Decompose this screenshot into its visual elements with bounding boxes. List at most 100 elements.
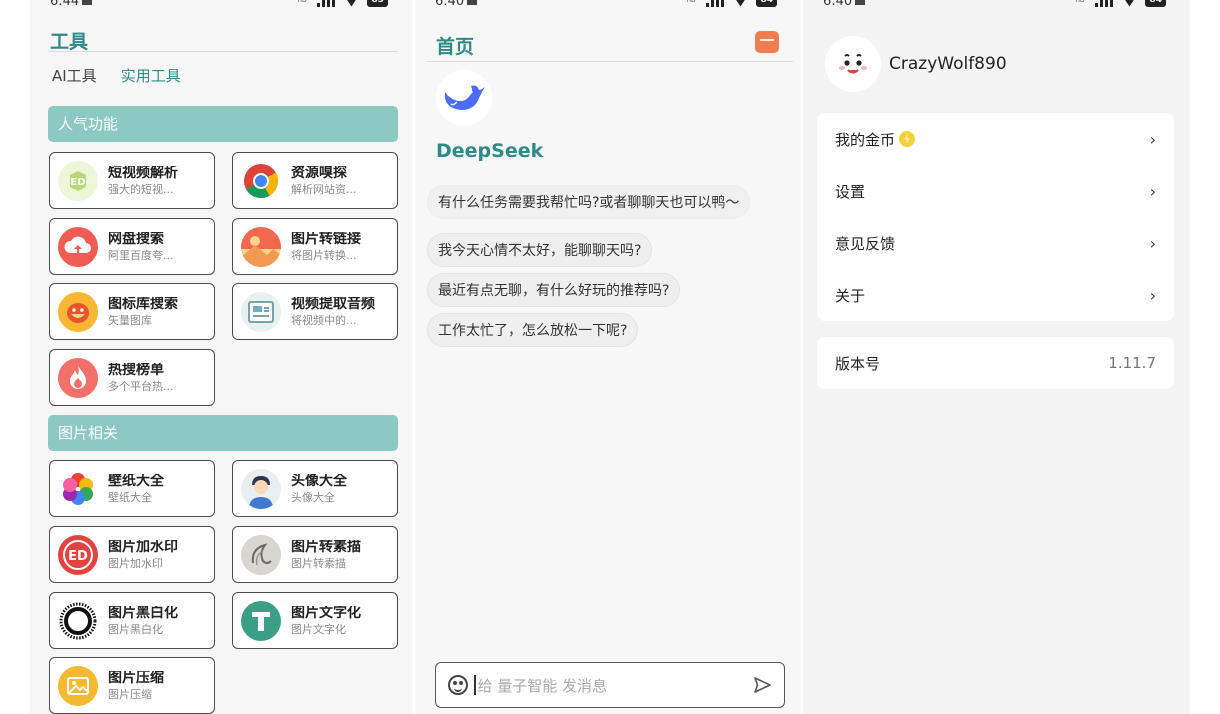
battery-icon: 84 [1145,0,1166,7]
menu-item-feedback[interactable]: 意见反馈 › [817,217,1174,269]
section-header-popular: 人气功能 [48,106,398,142]
chat-home-screen: 6:40 HD 84 首页 DeepSeek 有什么任务需要我帮忙吗?或者聊聊天… [415,0,801,714]
suggestion-chip[interactable]: 我今天心情不太好，能聊聊天吗? [427,233,653,267]
suggestion-chip[interactable]: 最近有点无聊，有什么好玩的推荐吗? [427,273,681,307]
tool-card-watermark[interactable]: ED 图片加水印 图片加水印 [49,526,215,583]
tool-card-image-to-link[interactable]: 图片转链接将图片转换... [232,218,398,275]
video-audio-icon [241,291,281,332]
tool-name: 图标库搜索 [108,297,178,312]
tool-desc: 图片压缩 [108,688,152,700]
petal-flower-icon [58,468,98,509]
compress-image-icon [58,665,98,706]
tools-tab-bar: AI工具 实用工具 [52,65,181,86]
status-bar: 6:40 HD 84 [415,0,801,14]
tool-card-black-white[interactable]: 图片黑白化 图片黑白化 [49,592,215,649]
menu-item-settings[interactable]: 设置 › [817,165,1174,217]
chevron-right-icon: › [1149,233,1156,253]
avatar[interactable] [825,36,881,92]
tool-card-video-parse[interactable]: ED 短视频解析 强大的短视... [49,152,215,209]
tool-card-sketch[interactable]: 图片转素描 图片转素描 [232,526,398,583]
hot-flame-icon [58,357,98,398]
tool-name: 壁纸大全 [108,474,164,489]
tool-card-cloud-search[interactable]: 网盘搜索 阿里百度夸... [49,218,215,275]
tab-utility-tools[interactable]: 实用工具 [121,65,181,86]
menu-item-label: 我的金币 [835,130,896,149]
wifi-icon [732,0,748,7]
signal-icon [1095,0,1114,7]
wifi-icon [1121,0,1137,7]
battery-icon: 83 [367,0,388,7]
tool-card-avatar[interactable]: 头像大全 头像大全 [232,460,398,517]
watermark-stamp-icon: ED [58,534,98,575]
tool-name: 视频提取音频 [291,297,375,312]
status-time: 6:44 [50,0,92,9]
battery-icon: 84 [756,0,777,7]
tool-card-compress[interactable]: 图片压缩 图片压缩 [49,657,215,714]
message-input[interactable]: 给 量子智能 发消息 [478,675,753,696]
hd-signal-label: HD [686,0,696,4]
gift-icon[interactable] [755,31,779,53]
tool-name: 图片转链接 [291,232,361,247]
username: CrazyWolf890 [889,54,1007,74]
chevron-right-icon: › [1149,285,1156,305]
divider [427,61,793,62]
menu-item-label: 意见反馈 [835,234,896,253]
wifi-icon [343,0,359,7]
status-time: 6:40 [823,0,865,9]
bot-name: DeepSeek [436,140,544,162]
divider [48,51,398,52]
status-bar: 6:44 HD 83 [30,0,412,14]
tool-card-icon-library[interactable]: 图标库搜索 矢量图库 [49,283,215,340]
hd-signal-label: HD [297,0,307,4]
tool-name: 资源嗅探 [291,166,347,181]
cloud-upload-icon [58,226,98,267]
tool-name: 网盘搜索 [108,232,164,247]
black-white-ring-icon [58,600,98,641]
profile-screen: 6:40 HD 84 CrazyWolf890 我的金币 › 设置 › 意见反馈… [803,0,1190,714]
avatar-boy-icon [241,468,281,509]
tool-name: 图片转素描 [291,540,361,555]
chrome-icon [241,160,281,201]
tab-ai-tools[interactable]: AI工具 [52,65,97,86]
tool-card-resource-sniff[interactable]: 资源嗅探解析网站资... [232,152,398,209]
tool-card-text-art[interactable]: 图片文字化 图片文字化 [232,592,398,649]
menu-item-about[interactable]: 关于 › [817,269,1174,321]
menu-item-label: 设置 [835,182,866,201]
menu-item-coins[interactable]: 我的金币 › [817,113,1174,165]
status-bar: 6:40 HD 84 [803,0,1190,14]
tool-desc: 强大的短视... [108,183,174,195]
tool-desc: 壁纸大全 [108,491,152,503]
tool-name: 图片文字化 [291,606,361,621]
tool-desc: 多个平台热... [108,380,174,392]
tools-screen: 6:44 HD 83 工具 AI工具 实用工具 人气功能 ED 短视频解析 强大的… [30,0,412,714]
hd-signal-label: HD [1075,0,1085,4]
text-t-icon [241,600,281,641]
tool-desc: 头像大全 [291,491,335,503]
tool-desc: 图片文字化 [291,623,346,635]
tool-card-wallpaper[interactable]: 壁纸大全 壁纸大全 [49,460,215,517]
tool-desc: 解析网站资... [291,183,357,195]
tool-card-hot-search[interactable]: 热搜榜单多个平台热... [49,349,215,406]
tool-desc: 图片转素描 [291,557,346,569]
tool-desc: 将视频中的... [291,314,357,326]
tool-desc: 将图片转换... [291,249,357,261]
suggestion-chip[interactable]: 工作太忙了，怎么放松一下呢? [427,313,639,347]
send-icon[interactable] [752,675,772,695]
tool-name: 图片黑白化 [108,606,178,621]
tool-card-video-extract-audio[interactable]: 视频提取音频 将视频中的... [232,283,398,340]
tool-desc: 矢量图库 [108,314,152,326]
tool-desc: 图片加水印 [108,557,163,569]
tool-name: 热搜榜单 [108,363,164,378]
version-label: 版本号 [835,354,881,373]
deepseek-whale-icon [436,70,492,126]
chevron-right-icon: › [1149,129,1156,149]
message-input-bar[interactable]: 给 量子智能 发消息 [435,662,785,708]
section-header-image: 图片相关 [48,415,398,451]
coin-icon [899,131,916,147]
version-row: 版本号 1.11.7 [817,337,1174,389]
icon-library-icon [58,291,98,332]
emoji-icon[interactable] [448,675,468,695]
sketch-icon [241,534,281,575]
svg-text:ED: ED [70,177,85,188]
tool-desc: 图片黑白化 [108,623,163,635]
